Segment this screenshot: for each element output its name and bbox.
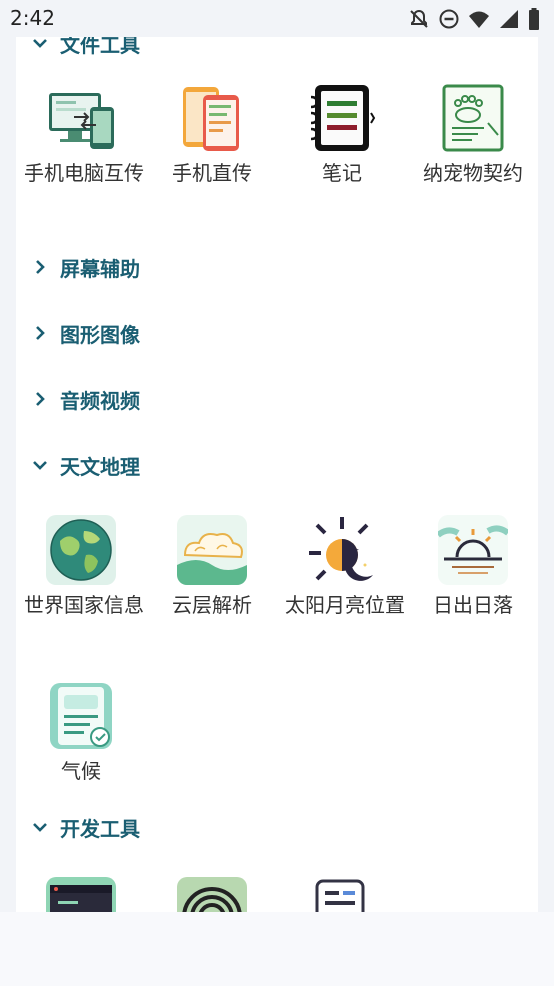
app-climate[interactable]: 气候 <box>16 681 146 789</box>
phone-direct-icon <box>177 83 247 153</box>
app-label: 云层解析 <box>172 593 252 617</box>
app-dev-phone[interactable] <box>277 877 407 912</box>
section-dev-tools[interactable]: 开发工具 <box>30 807 140 847</box>
app-pet-contract[interactable]: 纳宠物契约 <box>408 83 538 191</box>
section-audio-video[interactable]: 音频视频 <box>30 379 140 419</box>
section-file-tools[interactable]: 文件工具 <box>30 37 140 63</box>
chevron-right-icon <box>36 392 45 406</box>
app-dev-signal[interactable] <box>147 877 277 912</box>
sunrise-icon <box>438 515 508 585</box>
app-phone-direct[interactable]: 手机直传 <box>147 83 277 191</box>
phone-code-icon <box>307 877 377 912</box>
section-title: 开发工具 <box>60 816 140 841</box>
chevron-down-icon <box>33 461 47 470</box>
radar-icon <box>177 877 247 912</box>
do-not-disturb-icon <box>438 8 460 30</box>
app-label: 纳宠物契约 <box>423 161 523 185</box>
tools-list-card[interactable]: 文件工具 手机电脑互传 手机直传 笔记 纳宠物契约 屏幕辅助 图形图像 音频视频… <box>16 37 538 912</box>
pet-contract-icon <box>438 83 508 153</box>
bottom-area <box>0 912 554 986</box>
section-title: 文件工具 <box>60 37 140 57</box>
phone-pc-transfer-icon <box>46 83 116 153</box>
app-label: 世界国家信息 <box>24 593 144 617</box>
terminal-icon <box>46 877 116 912</box>
cloud-icon <box>177 515 247 585</box>
app-label: 气候 <box>61 759 101 783</box>
section-title: 音频视频 <box>60 388 140 413</box>
app-label: 日出日落 <box>433 593 513 617</box>
sun-moon-icon <box>307 515 377 585</box>
chevron-down-icon <box>33 39 47 48</box>
chevron-down-icon <box>33 823 47 832</box>
app-sun-moon[interactable]: 太阳月亮位置 <box>277 515 407 623</box>
status-time: 2:42 <box>10 6 55 30</box>
notifications-off-icon <box>408 8 430 30</box>
chevron-right-icon <box>36 326 45 340</box>
app-sunrise-sunset[interactable]: 日出日落 <box>408 515 538 623</box>
app-label: 手机直传 <box>172 161 252 185</box>
chevron-right-icon <box>36 260 45 274</box>
notebook-icon <box>307 83 377 153</box>
section-title: 图形图像 <box>60 322 140 347</box>
section-title: 天文地理 <box>60 454 140 479</box>
globe-icon <box>46 515 116 585</box>
app-notes[interactable]: 笔记 <box>277 83 407 191</box>
section-screen-assist[interactable]: 屏幕辅助 <box>30 247 140 287</box>
section-astro-geo[interactable]: 天文地理 <box>30 445 140 485</box>
climate-icon <box>46 681 116 751</box>
status-bar: 2:42 <box>0 0 554 37</box>
app-world-info[interactable]: 世界国家信息 <box>16 515 146 623</box>
app-label: 手机电脑互传 <box>24 161 144 185</box>
app-dev-terminal[interactable] <box>16 877 146 912</box>
section-graphics[interactable]: 图形图像 <box>30 313 140 353</box>
section-title: 屏幕辅助 <box>60 256 140 281</box>
app-cloud[interactable]: 云层解析 <box>147 515 277 623</box>
signal-icon <box>498 8 520 30</box>
app-label: 笔记 <box>322 161 362 185</box>
app-label: 太阳月亮位置 <box>285 593 405 617</box>
app-phone-pc-transfer[interactable]: 手机电脑互传 <box>16 83 146 191</box>
status-icons <box>408 8 540 30</box>
wifi-icon <box>468 8 490 30</box>
battery-icon <box>528 8 540 30</box>
